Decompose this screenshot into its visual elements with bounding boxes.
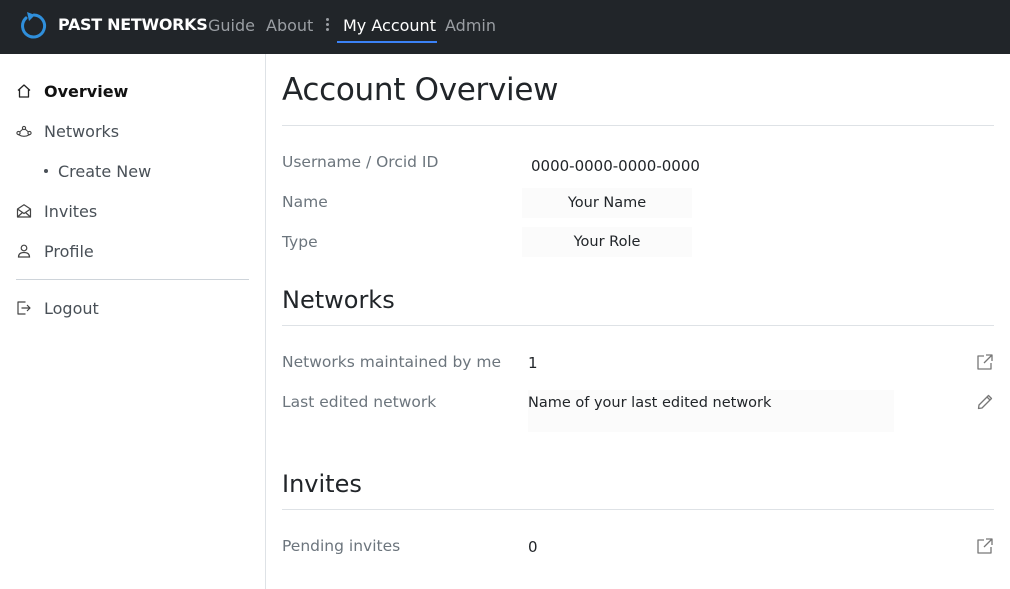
home-icon <box>16 83 32 99</box>
external-link-icon[interactable] <box>976 537 994 555</box>
sidebar-item-logout[interactable]: Logout <box>16 296 99 320</box>
username-label: Username / Orcid ID <box>282 153 439 171</box>
sidebar-item-invites[interactable]: Invites <box>16 199 97 223</box>
person-icon <box>16 243 32 259</box>
sidebar-item-profile[interactable]: Profile <box>16 239 94 263</box>
networks-maintained-value: 1 <box>528 354 538 372</box>
name-label: Name <box>282 193 328 211</box>
type-label: Type <box>282 233 318 251</box>
brand-name[interactable]: PAST NETWORKS <box>58 15 208 34</box>
title-divider <box>282 125 994 126</box>
nav-my-account-link[interactable]: My Account <box>343 16 436 35</box>
sidebar-item-label: Create New <box>58 161 152 181</box>
sidebar-divider <box>16 279 249 280</box>
username-value: 0000-0000-0000-0000 <box>531 157 700 175</box>
pending-invites-value: 0 <box>528 538 538 556</box>
name-field: Your Name <box>522 188 692 218</box>
main-content: Account Overview Username / Orcid ID 000… <box>282 54 994 589</box>
envelope-icon <box>16 203 32 219</box>
logo-refresh-icon[interactable] <box>17 9 47 41</box>
last-edited-label: Last edited network <box>282 393 437 411</box>
networks-section-title: Networks <box>282 286 395 314</box>
bullet-icon <box>44 169 48 173</box>
sidebar-item-label: Profile <box>44 241 94 261</box>
sidebar-item-label: Invites <box>44 201 98 221</box>
type-value: Your Role <box>573 234 641 250</box>
sidebar-item-create-new[interactable]: Create New <box>44 159 151 183</box>
last-edited-field: Name of your last edited network <box>528 390 894 432</box>
pencil-edit-icon[interactable] <box>976 393 994 411</box>
sidebar-item-overview[interactable]: Overview <box>16 79 128 103</box>
nav-guide-link[interactable]: Guide <box>208 16 255 35</box>
sidebar-item-label: Overview <box>44 81 129 101</box>
invites-section-title: Invites <box>282 470 362 498</box>
networks-maintained-label: Networks maintained by me <box>282 353 502 371</box>
sidebar-item-label: Logout <box>44 298 99 318</box>
name-value: Your Name <box>567 195 647 211</box>
sidebar: Overview Networks Create New Invites Pro… <box>0 54 266 589</box>
pending-invites-label: Pending invites <box>282 537 401 555</box>
sidebar-item-networks[interactable]: Networks <box>16 119 119 143</box>
last-edited-value: Name of your last edited network <box>528 395 772 411</box>
logout-icon <box>16 300 32 316</box>
sidebar-item-label: Networks <box>44 121 120 141</box>
active-tab-indicator <box>337 41 437 43</box>
nav-about-link[interactable]: About <box>266 16 313 35</box>
invites-divider <box>282 509 994 510</box>
top-navbar: PAST NETWORKS Guide About My Account Adm… <box>0 0 1010 54</box>
nav-admin-link[interactable]: Admin <box>445 16 496 35</box>
type-field: Your Role <box>522 227 692 257</box>
networks-divider <box>282 325 994 326</box>
network-icon <box>16 123 32 139</box>
external-link-icon[interactable] <box>976 353 994 371</box>
more-vertical-icon[interactable] <box>322 16 332 36</box>
page-title: Account Overview <box>282 72 559 108</box>
